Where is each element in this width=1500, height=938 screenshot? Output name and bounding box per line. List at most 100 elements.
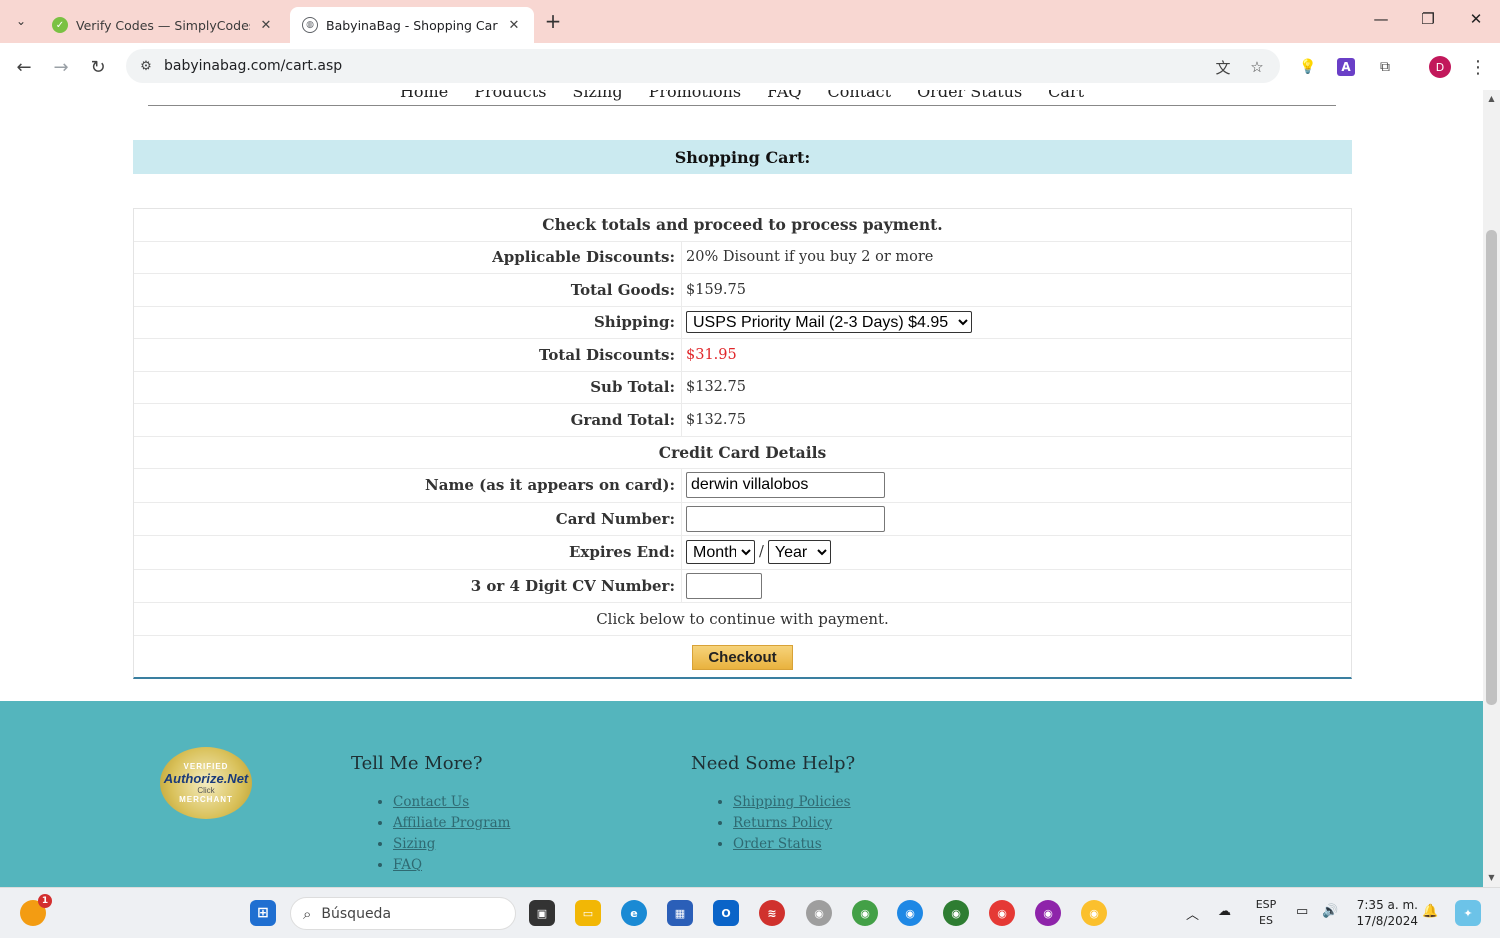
task-view-icon[interactable]: ▣ xyxy=(529,900,555,926)
expires-cell: Month / Year xyxy=(682,540,831,565)
lang-top: ESP xyxy=(1255,898,1277,911)
nav-contact[interactable]: Contact xyxy=(828,90,892,105)
network-icon[interactable]: ▭ xyxy=(1296,904,1308,919)
chrome-profile-6-icon[interactable]: ◉ xyxy=(1035,900,1061,926)
cc-name-label: Name (as it appears on card): xyxy=(134,469,682,502)
site-info-icon[interactable]: ⚙ xyxy=(136,56,156,76)
back-arrow-icon[interactable]: ← xyxy=(10,53,38,81)
cc-name-input[interactable] xyxy=(686,472,885,499)
nav-products[interactable]: Products xyxy=(474,90,546,105)
link-faq[interactable]: FAQ xyxy=(393,857,422,873)
nav-order-status[interactable]: Order Status xyxy=(917,90,1022,105)
reload-icon[interactable]: ↻ xyxy=(84,53,112,81)
system-clock[interactable]: 7:35 a. m. 17/8/2024 xyxy=(1352,897,1418,929)
microsoft-store-icon[interactable]: ▦ xyxy=(667,900,693,926)
subtotal-label: Sub Total: xyxy=(134,371,682,403)
weather-widget-icon[interactable]: 1 xyxy=(20,894,52,926)
lightbulb-extension-icon[interactable]: 💡 xyxy=(1296,55,1320,79)
total-discounts-value: $31.95 xyxy=(686,346,737,363)
continue-text: Click below to continue with payment. xyxy=(596,609,889,628)
seal-click-text: Click xyxy=(197,786,215,795)
outlook-icon[interactable]: O xyxy=(713,900,739,926)
grand-total-value: $132.75 xyxy=(686,411,746,428)
windows-start-icon[interactable]: ⊞ xyxy=(250,900,276,926)
nav-home[interactable]: Home xyxy=(400,90,448,105)
list-item: Contact Us xyxy=(393,792,510,813)
chrome-profile-1-icon[interactable]: ◉ xyxy=(806,900,832,926)
link-shipping-policies[interactable]: Shipping Policies xyxy=(733,794,851,810)
expires-label: Expires End: xyxy=(134,536,682,569)
table-row: Click below to continue with payment. xyxy=(134,603,1351,636)
footer-link-list: Contact Us Affiliate Program Sizing FAQ xyxy=(351,792,510,876)
tab-search-dropdown-icon[interactable]: ⌄ xyxy=(8,8,34,34)
windows-taskbar: 1 ⊞ ⌕ Búsqueda ▣ ▭ e ▦ O ≋ ◉ ◉ ◉ ◉ ◉ ◉ ◉… xyxy=(0,887,1500,938)
link-contact-us[interactable]: Contact Us xyxy=(393,794,469,810)
scroll-down-icon[interactable]: ▼ xyxy=(1483,871,1500,885)
page-scrollbar[interactable]: ▲ ▼ xyxy=(1483,90,1500,887)
expiry-month-select[interactable]: Month xyxy=(686,540,755,565)
notification-bell-icon[interactable]: 🔔 xyxy=(1422,904,1438,919)
table-row: Shipping: USPS Priority Mail (2-3 Days) … xyxy=(134,306,1351,339)
shipping-select[interactable]: USPS Priority Mail (2-3 Days) $4.95 xyxy=(686,311,972,334)
link-order-status[interactable]: Order Status xyxy=(733,836,822,852)
chrome-profile-7-icon[interactable]: ◉ xyxy=(1081,900,1107,926)
tab-babyinabag[interactable]: ◍ BabyinaBag - Shopping Cart ✕ xyxy=(290,7,534,43)
authorize-net-seal[interactable]: VERIFIED Authorize.Net Click MERCHANT xyxy=(160,747,252,819)
chrome-profile-3-icon[interactable]: ◉ xyxy=(897,900,923,926)
extensions-puzzle-icon[interactable]: ⧉ xyxy=(1373,55,1397,79)
cv-label: 3 or 4 Digit CV Number: xyxy=(134,569,682,602)
taskbar-search[interactable]: ⌕ Búsqueda xyxy=(290,897,516,930)
link-sizing[interactable]: Sizing xyxy=(393,836,435,852)
tab-simplycodes[interactable]: ✓ Verify Codes — SimplyCodes ✕ xyxy=(40,7,286,43)
hidden-icons-chevron-icon[interactable]: ︿ xyxy=(1186,904,1199,923)
grand-total-label: Grand Total: xyxy=(134,404,682,436)
new-tab-plus-icon[interactable]: + xyxy=(540,9,566,35)
table-row: Expires End: Month / Year xyxy=(134,536,1351,570)
nav-sizing[interactable]: Sizing xyxy=(572,90,622,105)
close-window-icon[interactable]: ✕ xyxy=(1461,10,1491,32)
cc-name-cell xyxy=(682,472,885,499)
profile-avatar[interactable]: D xyxy=(1429,56,1451,78)
clock-time: 7:35 a. m. xyxy=(1356,898,1418,912)
menu-kebab-icon[interactable]: ⋮ xyxy=(1466,55,1490,79)
chrome-profile-4-icon[interactable]: ◉ xyxy=(943,900,969,926)
file-explorer-icon[interactable]: ▭ xyxy=(575,900,601,926)
nav-promotions[interactable]: Promotions xyxy=(649,90,742,105)
simplycodes-favicon-icon: ✓ xyxy=(52,17,68,33)
link-returns-policy[interactable]: Returns Policy xyxy=(733,815,832,831)
chrome-profile-2-icon[interactable]: ◉ xyxy=(852,900,878,926)
url-text[interactable]: babyinabag.com/cart.asp xyxy=(164,58,342,74)
nav-cart[interactable]: Cart xyxy=(1048,90,1084,105)
minimize-icon[interactable]: — xyxy=(1366,10,1396,32)
cc-heading: Credit Card Details xyxy=(658,442,827,462)
list-item: Sizing xyxy=(393,834,510,855)
edge-browser-icon[interactable]: e xyxy=(621,900,647,926)
extension-a-icon[interactable]: A xyxy=(1337,58,1355,76)
footer-link-list: Shipping Policies Returns Policy Order S… xyxy=(691,792,855,855)
copilot-icon[interactable]: ✦ xyxy=(1455,900,1481,926)
nav-faq[interactable]: FAQ xyxy=(767,90,801,105)
link-affiliate-program[interactable]: Affiliate Program xyxy=(393,815,510,831)
checkout-button[interactable]: Checkout xyxy=(692,645,793,670)
restore-icon[interactable]: ❐ xyxy=(1413,10,1443,32)
expiry-year-select[interactable]: Year xyxy=(767,540,831,565)
address-bar[interactable]: ⚙ babyinabag.com/cart.asp 文 ☆ xyxy=(126,49,1280,83)
input-language[interactable]: ESP ES xyxy=(1252,897,1280,929)
card-number-label: Card Number: xyxy=(134,502,682,535)
lang-bottom: ES xyxy=(1259,914,1273,927)
forward-arrow-icon[interactable]: → xyxy=(47,53,75,81)
volume-icon[interactable]: 🔊 xyxy=(1322,904,1338,919)
app-stack-icon[interactable]: ≋ xyxy=(759,900,785,926)
scroll-thumb[interactable] xyxy=(1486,230,1497,705)
close-tab-icon[interactable]: ✕ xyxy=(506,18,522,33)
chrome-profile-5-icon[interactable]: ◉ xyxy=(989,900,1015,926)
card-number-input[interactable] xyxy=(686,505,885,532)
close-tab-icon[interactable]: ✕ xyxy=(258,18,274,33)
cv-input[interactable] xyxy=(686,572,762,599)
scroll-up-icon[interactable]: ▲ xyxy=(1483,92,1500,106)
translate-icon[interactable]: 文 xyxy=(1212,56,1234,78)
bookmark-star-icon[interactable]: ☆ xyxy=(1246,56,1268,78)
list-item: Order Status xyxy=(733,834,855,855)
cloud-offline-icon[interactable]: ☁ xyxy=(1218,904,1231,919)
list-item: Shipping Policies xyxy=(733,792,855,813)
